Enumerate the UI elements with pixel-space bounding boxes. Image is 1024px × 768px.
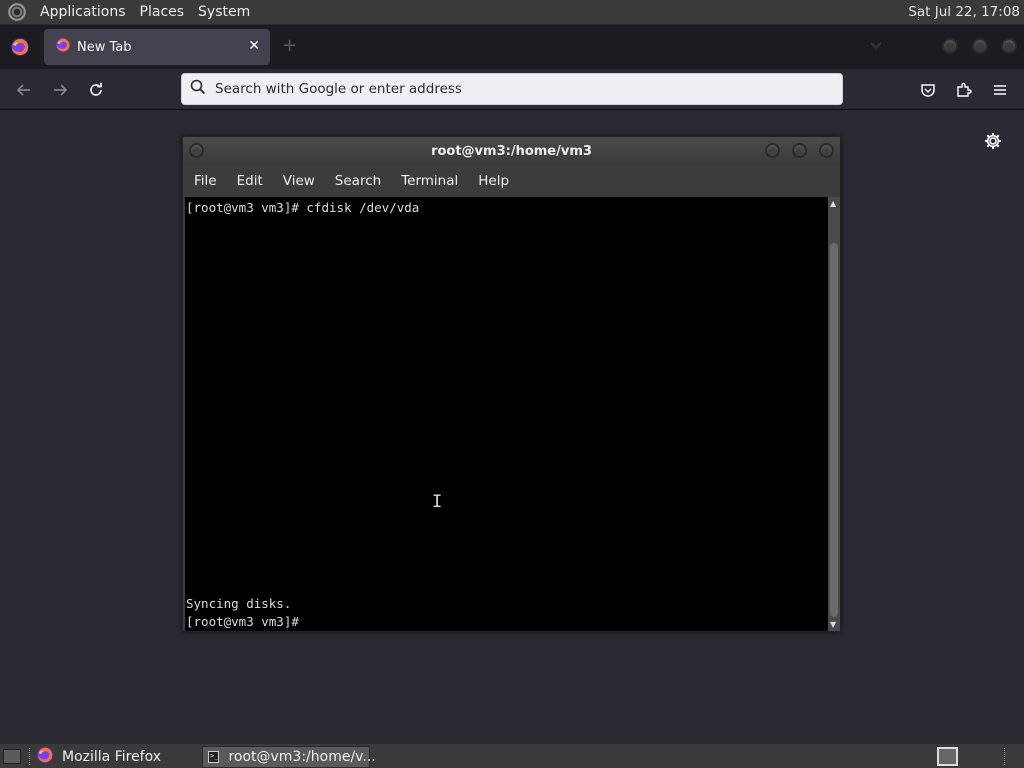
clock[interactable]: Sat Jul 22, 17:08 (908, 4, 1020, 20)
terminal-prompt: [root@vm3 vm3]# (186, 614, 299, 629)
show-desktop-icon[interactable] (3, 749, 21, 764)
chevron-down-icon[interactable] (870, 39, 882, 53)
terminal-maximize-button[interactable] (792, 143, 807, 158)
reload-button[interactable] (84, 78, 108, 102)
firefox-icon (36, 746, 54, 768)
menu-system[interactable]: System (191, 4, 257, 20)
text-cursor-icon: I (432, 492, 443, 512)
url-bar[interactable]: Search with Google or enter address (181, 73, 843, 105)
top-panel: Applications Places System Sat Jul 22, 1… (0, 0, 1024, 25)
distro-logo-icon[interactable] (7, 2, 27, 22)
back-button[interactable] (12, 78, 36, 102)
firefox-view-icon[interactable] (10, 37, 30, 61)
scroll-down-icon[interactable]: ▼ (830, 620, 836, 629)
taskbar-item-firefox[interactable]: Mozilla Firefox (36, 746, 198, 767)
taskbar-separator (1004, 748, 1006, 765)
terminal-scrollbar[interactable]: ▲ ▼ (828, 197, 840, 631)
pocket-icon (921, 84, 935, 97)
menu-terminal[interactable]: Terminal (391, 173, 468, 189)
window-close-button[interactable] (1001, 38, 1017, 54)
window-minimize-button[interactable] (942, 38, 958, 54)
menu-search[interactable]: Search (325, 173, 391, 189)
terminal-window: root@vm3:/home/vm3 File Edit View Search… (182, 136, 841, 632)
menu-file[interactable]: File (183, 173, 227, 189)
navigation-toolbar: Search with Google or enter address (0, 69, 1024, 110)
workspace-switcher[interactable] (937, 747, 958, 766)
gear-icon[interactable] (983, 131, 1003, 155)
menu-places[interactable]: Places (133, 4, 192, 20)
app-menu-button[interactable] (988, 78, 1012, 102)
hamburger-menu-icon (994, 85, 1006, 95)
terminal-line: Syncing disks. (186, 596, 292, 611)
forward-arrow-icon (54, 84, 68, 96)
menu-view[interactable]: View (273, 173, 325, 189)
menu-help[interactable]: Help (468, 173, 519, 189)
extensions-button[interactable] (952, 78, 976, 102)
scroll-up-icon[interactable]: ▲ (830, 199, 836, 208)
taskbar-item-terminal[interactable]: >_ root@vm3:/home/v... (202, 746, 376, 768)
window-maximize-button[interactable] (972, 38, 988, 54)
tab-title: New Tab (77, 39, 132, 55)
search-icon (190, 79, 206, 99)
menu-edit[interactable]: Edit (227, 173, 273, 189)
scrollbar-thumb[interactable] (830, 243, 838, 617)
new-tab-button[interactable]: + (282, 35, 297, 56)
terminal-minimize-button[interactable] (765, 143, 780, 158)
terminal-title: root@vm3:/home/vm3 (431, 144, 592, 159)
tab-new-tab[interactable]: New Tab ✕ (44, 29, 270, 65)
tab-strip: New Tab ✕ + (0, 25, 1024, 69)
terminal-line: [root@vm3 vm3]# cfdisk /dev/vda (186, 200, 420, 215)
url-placeholder: Search with Google or enter address (215, 81, 462, 97)
firefox-icon (55, 37, 71, 57)
bottom-taskbar: Mozilla Firefox >_ root@vm3:/home/v... (0, 743, 1024, 768)
pocket-button[interactable] (916, 78, 940, 102)
terminal-close-button[interactable] (819, 143, 834, 158)
taskbar-item-label: Mozilla Firefox (62, 748, 162, 765)
back-arrow-icon (16, 84, 30, 96)
terminal-icon: >_ (208, 751, 220, 763)
reload-icon (90, 82, 102, 96)
forward-button[interactable] (48, 78, 72, 102)
tab-close-icon[interactable]: ✕ (248, 38, 260, 54)
menu-applications[interactable]: Applications (33, 4, 133, 20)
taskbar-item-label: root@vm3:/home/v... (228, 749, 376, 765)
taskbar-separator (29, 748, 31, 765)
terminal-titlebar[interactable]: root@vm3:/home/vm3 (183, 137, 840, 165)
extensions-icon (957, 82, 972, 97)
terminal-output[interactable]: [root@vm3 vm3]# cfdisk /dev/vda Syncing … (185, 197, 828, 631)
terminal-menubar: File Edit View Search Terminal Help (183, 165, 840, 197)
